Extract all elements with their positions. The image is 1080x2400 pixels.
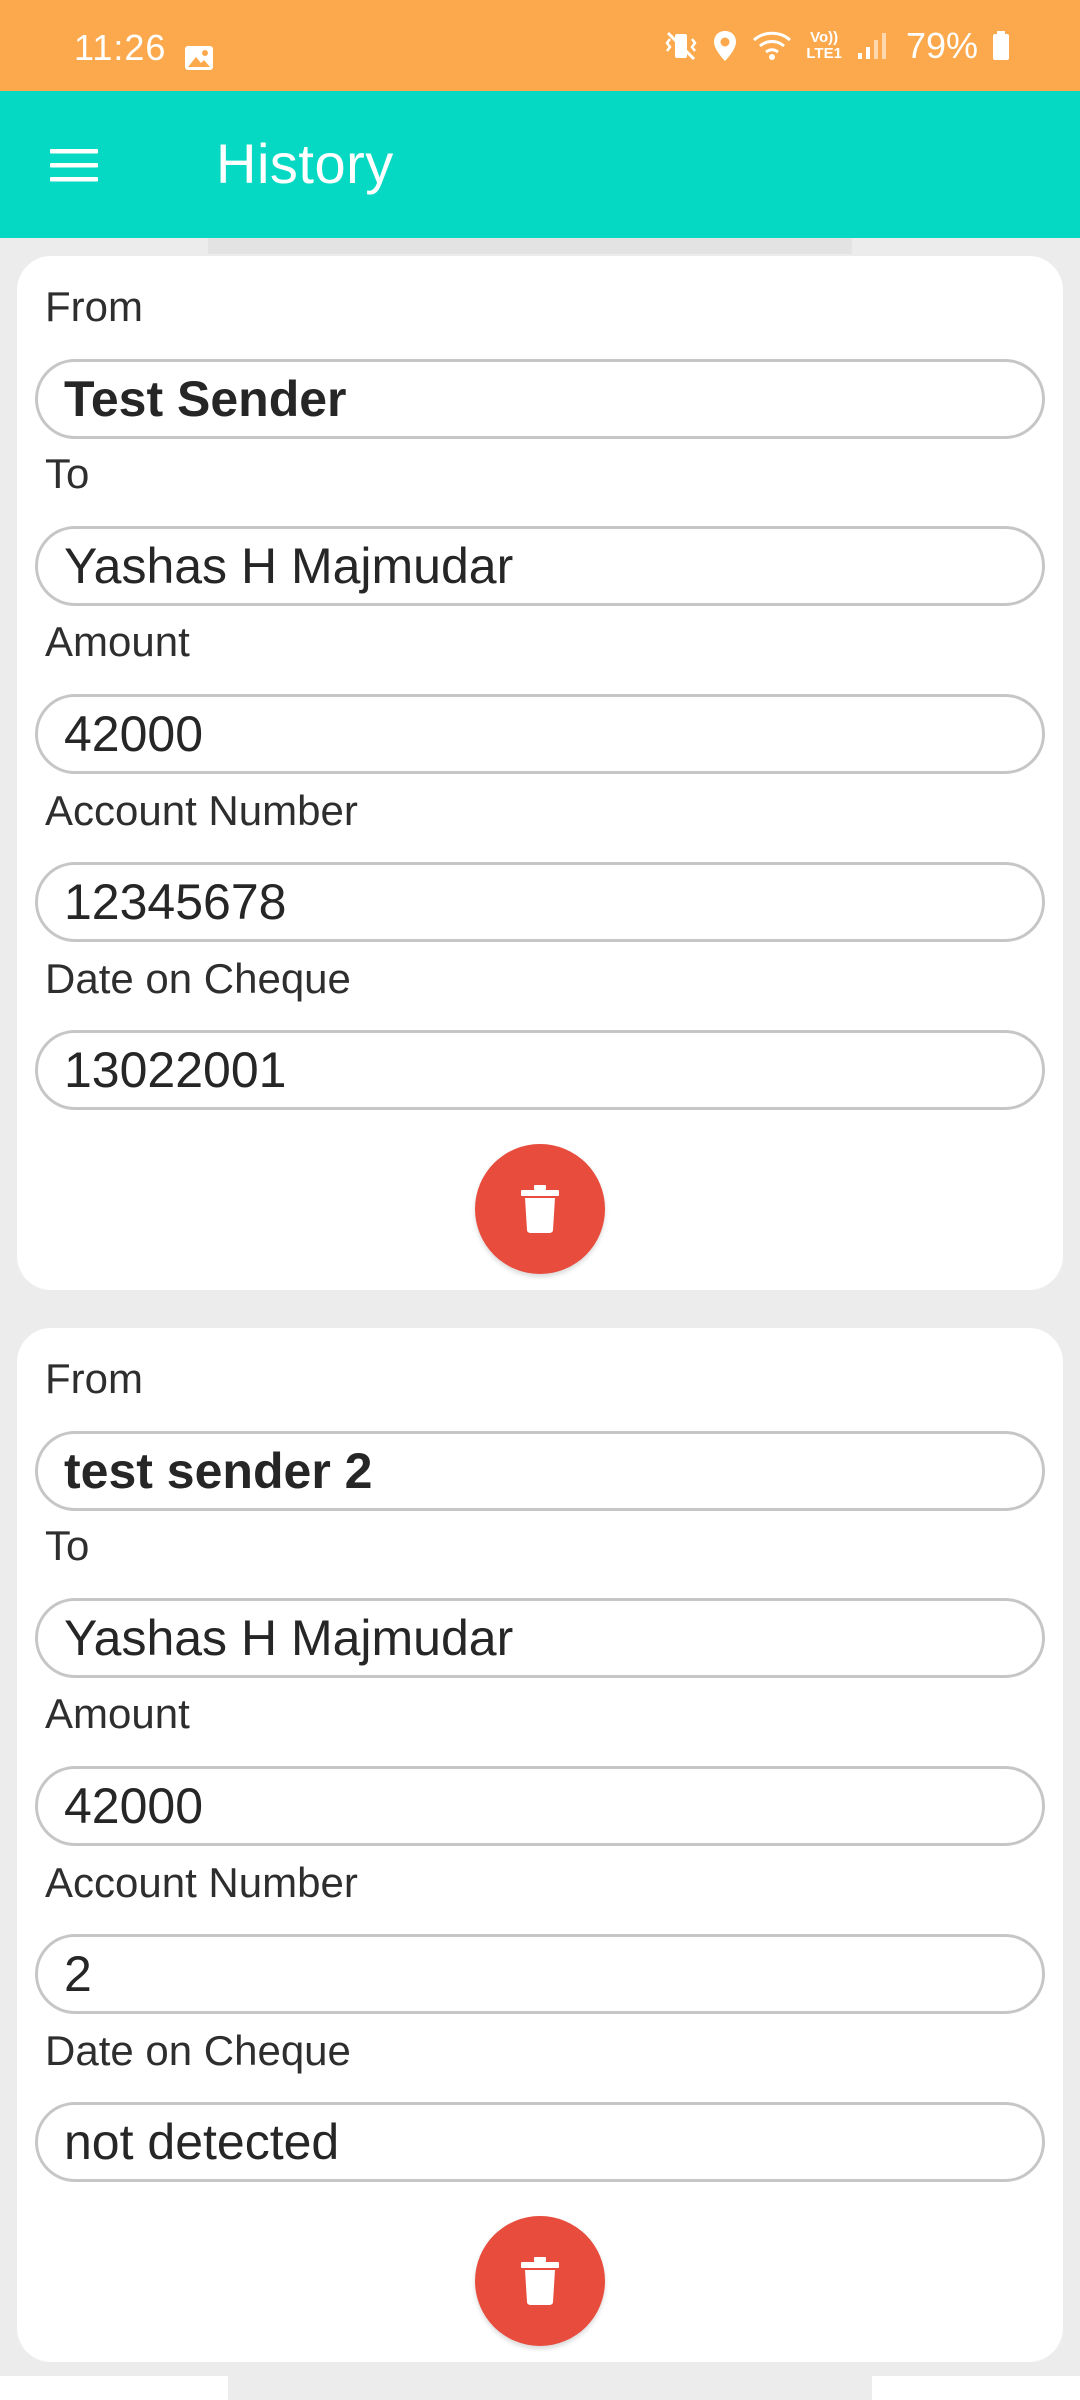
- volte-icon: Vo)) LTE1: [806, 30, 842, 62]
- bottom-edge: [0, 2376, 228, 2400]
- from-field[interactable]: test sender 2: [35, 1431, 1045, 1511]
- amount-label: Amount: [45, 618, 190, 665]
- volte-text: Vo)): [810, 29, 839, 46]
- app-bar: History: [0, 91, 1080, 238]
- account-number-label: Account Number: [45, 787, 358, 834]
- divider: [208, 238, 852, 254]
- from-label: From: [45, 283, 143, 330]
- signal-icon: [856, 31, 888, 61]
- to-label: To: [45, 450, 90, 497]
- battery-icon: [992, 31, 1010, 61]
- from-label: From: [45, 1355, 143, 1402]
- page-title: History: [216, 132, 394, 195]
- date-on-cheque-field[interactable]: 13022001: [35, 1030, 1045, 1110]
- to-label: To: [45, 1522, 90, 1569]
- lte-text: LTE1: [806, 45, 842, 62]
- battery-percent: 79%: [905, 25, 978, 66]
- history-record-card: From test sender 2 To Yashas H Majmudar …: [17, 1328, 1063, 2362]
- gallery-icon: [184, 38, 214, 70]
- status-time: 11:26: [74, 27, 167, 68]
- delete-button[interactable]: [475, 1144, 605, 1274]
- status-bar: 11:26 Vo)) LTE1 79%: [0, 0, 1080, 91]
- vibrate-icon: [664, 29, 698, 63]
- amount-label: Amount: [45, 1690, 190, 1737]
- history-record-card: From Test Sender To Yashas H Majmudar Am…: [17, 256, 1063, 1290]
- wifi-icon: [752, 30, 792, 62]
- to-field[interactable]: Yashas H Majmudar: [35, 1598, 1045, 1678]
- trash-icon: [521, 2257, 559, 2305]
- location-icon: [712, 29, 738, 63]
- date-on-cheque-field[interactable]: not detected: [35, 2102, 1045, 2182]
- status-icons: Vo)) LTE1 79%: [664, 26, 1010, 66]
- bottom-edge: [872, 2376, 1080, 2400]
- account-number-field[interactable]: 12345678: [35, 862, 1045, 942]
- account-number-field[interactable]: 2: [35, 1934, 1045, 2014]
- amount-field[interactable]: 42000: [35, 694, 1045, 774]
- to-field[interactable]: Yashas H Majmudar: [35, 526, 1045, 606]
- delete-button[interactable]: [475, 2216, 605, 2346]
- hamburger-menu-icon: [50, 149, 98, 182]
- from-field[interactable]: Test Sender: [35, 359, 1045, 439]
- date-on-cheque-label: Date on Cheque: [45, 955, 351, 1002]
- menu-button[interactable]: [44, 135, 104, 195]
- amount-field[interactable]: 42000: [35, 1766, 1045, 1846]
- account-number-label: Account Number: [45, 1859, 358, 1906]
- date-on-cheque-label: Date on Cheque: [45, 2027, 351, 2074]
- trash-icon: [521, 1185, 559, 1233]
